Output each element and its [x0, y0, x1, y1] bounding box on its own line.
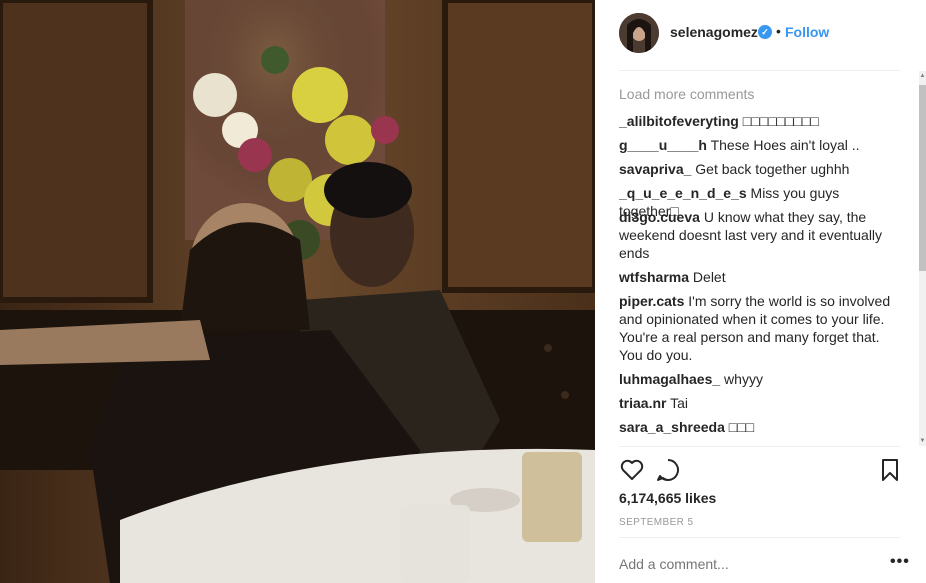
comment-username[interactable]: di3go.cueva — [619, 209, 700, 225]
divider — [619, 537, 900, 538]
bookmark-icon[interactable] — [877, 457, 903, 483]
avatar[interactable] — [619, 13, 659, 53]
comment-item: savapriva_ Get back together ughhh — [619, 160, 899, 178]
comment-username[interactable]: piper.cats — [619, 293, 684, 309]
comment-icon[interactable] — [655, 457, 681, 483]
comment-item: _alilbitofeveryting □□□□□□□□□ — [619, 112, 899, 130]
comment-item: sara_a_shreeda □□□ — [619, 418, 899, 436]
post-side-panel: selenagomez ✓ • Follow Load more comment… — [595, 0, 926, 583]
comment-text: Get back together ughhh — [695, 161, 850, 177]
add-comment-input[interactable] — [619, 556, 879, 572]
post-actions — [619, 457, 909, 487]
scroll-up-arrow-icon[interactable]: ▲ — [919, 71, 926, 81]
load-more-comments-button[interactable]: Load more comments — [619, 86, 754, 102]
comment-username[interactable]: _alilbitofeveryting — [619, 113, 739, 129]
comment-username[interactable]: triaa.nr — [619, 395, 666, 411]
follow-button[interactable]: Follow — [785, 24, 829, 40]
comment-text: whyyy — [724, 371, 763, 387]
comment-text: Delet — [692, 269, 726, 285]
verified-badge-icon: ✓ — [758, 25, 772, 39]
scroll-thumb[interactable] — [919, 85, 926, 271]
comment-item: piper.cats I'm sorry the world is so inv… — [619, 292, 899, 364]
divider — [619, 70, 900, 71]
comment-item: g____u____h These Hoes ain't loyal .. — [619, 136, 899, 154]
comment-text: □□□□□□□□□ — [742, 113, 819, 129]
comments-list: Load more comments _alilbitofeveryting □… — [619, 76, 909, 446]
divider — [619, 446, 900, 447]
comment-item: luhmagalhaes_ whyyy — [619, 370, 899, 388]
comment-text: These Hoes ain't loyal .. — [710, 137, 860, 153]
post-photo — [0, 0, 595, 583]
comment-item: triaa.nr Tai — [619, 394, 899, 412]
comment-username[interactable]: _q_u_e_e_n_d_e_s — [619, 185, 747, 201]
likes-count[interactable]: 6,174,665 likes — [619, 490, 716, 506]
comment-username[interactable]: savapriva_ — [619, 161, 691, 177]
post-date[interactable]: SEPTEMBER 5 — [619, 517, 693, 528]
comment-username[interactable]: sara_a_shreeda — [619, 419, 725, 435]
scroll-down-arrow-icon[interactable]: ▼ — [919, 436, 926, 446]
comment-username[interactable]: g____u____h — [619, 137, 707, 153]
header-separator: • — [776, 23, 781, 39]
more-options-button[interactable]: ••• — [890, 553, 910, 571]
username-link[interactable]: selenagomez — [670, 24, 758, 40]
comment-username[interactable]: luhmagalhaes_ — [619, 371, 720, 387]
comment-text: □□□ — [728, 419, 755, 435]
heart-icon[interactable] — [619, 457, 645, 483]
comments-scrollbar[interactable]: ▲ ▼ — [919, 71, 926, 446]
comment-username[interactable]: wtfsharma — [619, 269, 689, 285]
comment-item: di3go.cueva U know what they say, the we… — [619, 208, 899, 262]
comment-item: wtfsharma Delet — [619, 268, 899, 286]
post-header: selenagomez ✓ • Follow — [595, 0, 926, 70]
comment-text: Tai — [670, 395, 689, 411]
